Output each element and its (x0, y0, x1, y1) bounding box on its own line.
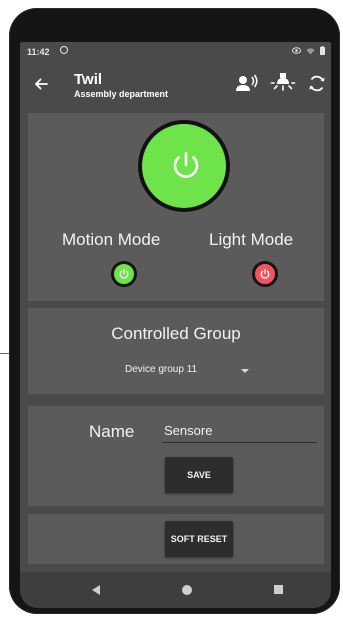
light-mode-label: Light Mode (209, 230, 294, 249)
status-icons (292, 46, 325, 55)
app-bar: Twil Assembly department (20, 62, 331, 109)
power-icon (119, 268, 129, 279)
nav-recents-icon[interactable] (274, 585, 283, 594)
name-card: Name SAVE (28, 406, 324, 506)
controlled-group-card: Controlled Group Device group 11 (28, 308, 324, 394)
battery-icon (320, 46, 325, 55)
nav-home-icon[interactable] (182, 585, 192, 595)
motion-mode-label: Motion Mode (62, 230, 161, 249)
back-arrow-icon[interactable] (30, 73, 52, 95)
status-bar: 11:42 (20, 42, 331, 62)
refresh-icon[interactable] (303, 70, 331, 98)
main-power-button[interactable] (138, 120, 230, 212)
device-group-select[interactable]: Device group 11 (125, 364, 197, 375)
chevron-down-icon[interactable] (241, 369, 249, 373)
name-label: Name (89, 422, 135, 441)
voice-icon[interactable] (232, 70, 260, 98)
name-input[interactable] (162, 420, 317, 443)
soft-reset-button[interactable]: SOFT RESET (165, 521, 233, 557)
app-screen: 11:42 Twil Assembly department Motion Mo… (20, 42, 331, 608)
navigation-bar (20, 572, 331, 608)
status-time: 11:42 (27, 47, 50, 57)
app-title: Twil (74, 71, 103, 88)
phone-frame: 11:42 Twil Assembly department Motion Mo… (9, 8, 340, 614)
reset-card: SOFT RESET (28, 514, 324, 564)
save-button[interactable]: SAVE (165, 457, 233, 493)
motion-mode-toggle[interactable] (111, 261, 137, 287)
power-icon (173, 151, 199, 178)
light-bulb-icon[interactable] (269, 70, 297, 98)
control-card: Motion Mode Light Mode (28, 113, 324, 301)
wifi-icon (306, 47, 315, 54)
app-notification-icon (60, 46, 68, 54)
power-icon (260, 268, 270, 279)
nav-back-icon[interactable] (92, 585, 100, 595)
light-mode-toggle[interactable] (252, 261, 278, 287)
app-subtitle: Assembly department (74, 89, 169, 99)
controlled-group-title: Controlled Group (111, 324, 241, 343)
eye-icon (292, 47, 301, 54)
